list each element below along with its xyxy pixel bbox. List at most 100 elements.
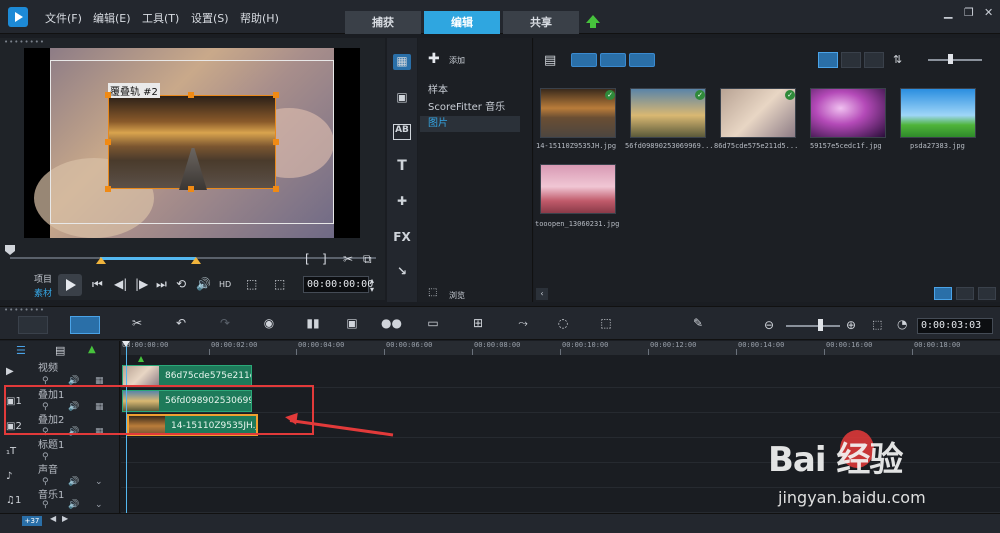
resize-handle[interactable]	[273, 186, 279, 192]
resize-handle[interactable]	[105, 92, 111, 98]
marker-icon[interactable]: ▲	[88, 344, 96, 355]
minimize-icon[interactable]: ▁	[944, 6, 952, 19]
expand-icon[interactable]: ⌄	[95, 500, 103, 510]
path-icon[interactable]: ↘	[393, 264, 411, 280]
multicam-icon[interactable]: ●●	[381, 316, 402, 330]
browse-label[interactable]: 浏览	[449, 290, 465, 301]
play-button[interactable]	[58, 274, 82, 296]
track-manager-icon[interactable]: ☰	[16, 344, 26, 357]
show-photo-button[interactable]	[600, 53, 626, 67]
expand-icon[interactable]: ⌄	[95, 477, 103, 487]
panel-grip[interactable]: ••••••••	[4, 38, 45, 46]
thumbnail-zoom-slider[interactable]	[928, 59, 982, 61]
media-thumbnail[interactable]	[900, 88, 976, 138]
crop-icon[interactable]: ⬚	[274, 277, 285, 291]
resize-handle[interactable]	[105, 139, 111, 145]
trim-in-marker[interactable]	[96, 257, 106, 264]
transition-icon[interactable]: ✚	[393, 194, 411, 210]
undo-icon[interactable]: ↶	[171, 316, 191, 330]
view-list-button[interactable]	[841, 52, 861, 68]
prev-icon[interactable]: ⏮	[92, 277, 103, 292]
redo-icon[interactable]: ↷	[215, 316, 235, 330]
resize-handle[interactable]	[273, 92, 279, 98]
link-icon[interactable]: ⚲	[42, 500, 49, 510]
chapter-icon[interactable]: ▤	[55, 344, 65, 357]
folder-images[interactable]: 图片	[420, 116, 520, 132]
trim-out-marker[interactable]	[191, 257, 201, 264]
menu-tools[interactable]: 工具(T)	[142, 10, 179, 26]
add-folder-label[interactable]: 添加	[449, 55, 465, 66]
scroll-right-icon[interactable]: ▶	[62, 514, 68, 523]
next-icon[interactable]: ⏭	[156, 277, 167, 292]
menu-file[interactable]: 文件(F)	[45, 10, 82, 26]
collapse-library-icon[interactable]: ‹	[536, 288, 548, 300]
motion-icon[interactable]: ⤳	[513, 316, 533, 331]
sort-icon[interactable]: ⇅	[893, 53, 902, 66]
resize-handle[interactable]	[188, 92, 194, 98]
layout-button-2[interactable]	[956, 287, 974, 300]
repeat-icon[interactable]: ⟲	[176, 277, 186, 291]
thumbnail-zoom-knob[interactable]	[948, 54, 953, 64]
subtitle-icon[interactable]: ▭	[423, 316, 443, 330]
mode-project[interactable]: 项目	[34, 272, 52, 285]
project-duration[interactable]: 0:00:03:03	[917, 318, 993, 334]
record-capture-icon[interactable]: ◉	[259, 316, 279, 330]
media-thumbnail[interactable]	[540, 164, 616, 214]
step-forward-icon[interactable]: |▶	[135, 277, 148, 291]
zoom-in-icon[interactable]: ⊕	[846, 318, 856, 332]
video-clip[interactable]: 86d75cde575e211d5	[122, 365, 252, 387]
scroll-left-icon[interactable]: ◀	[50, 514, 56, 523]
folder-scorefitter[interactable]: ScoreFitter 音乐	[428, 98, 505, 113]
menu-settings[interactable]: 设置(S)	[191, 10, 229, 26]
hd-icon[interactable]: HD	[219, 280, 231, 289]
show-audio-button[interactable]	[629, 53, 655, 67]
title-t-icon[interactable]: T	[393, 158, 411, 174]
zoom-out-icon[interactable]: ⊖	[764, 318, 774, 332]
split-icon[interactable]: ✂	[343, 252, 353, 266]
menu-help[interactable]: 帮助(H)	[240, 10, 279, 26]
timeline-zoom-slider[interactable]	[786, 325, 840, 327]
resize-handle[interactable]	[188, 186, 194, 192]
playhead-handle[interactable]	[122, 341, 130, 347]
track-volume-icon[interactable]: 🔊	[68, 477, 79, 487]
folder-samples[interactable]: 样本	[428, 81, 448, 96]
overlay-clip-preview[interactable]	[108, 95, 276, 190]
volume-icon[interactable]: 🔊	[196, 277, 211, 291]
audio-mixer-icon[interactable]: ▮▮	[303, 316, 323, 330]
text-ab-icon[interactable]: AB	[393, 124, 411, 140]
import-folder-icon[interactable]: ▤	[544, 53, 556, 68]
resize-handle[interactable]	[105, 186, 111, 192]
restore-icon[interactable]: ❐	[964, 6, 974, 19]
storyboard-view-button[interactable]	[18, 316, 48, 334]
split-screen-icon[interactable]: ⊞	[468, 316, 488, 330]
browse-icon[interactable]: ⬚	[428, 287, 437, 298]
upload-icon[interactable]	[586, 15, 600, 28]
mode-clip[interactable]: 素材	[34, 286, 52, 299]
layout-button-3[interactable]	[978, 287, 996, 300]
instant-project-icon[interactable]: ▣	[393, 90, 411, 106]
timecode-spin-icon[interactable]: ▴ ▾	[370, 276, 374, 294]
trim-range[interactable]	[100, 257, 196, 260]
zoom-preview-icon[interactable]: ⧉	[363, 252, 372, 267]
add-icon[interactable]: ✚	[428, 51, 440, 67]
menu-edit[interactable]: 编辑(E)	[93, 10, 131, 26]
timeline-zoom-knob[interactable]	[818, 319, 823, 331]
view-thumbnails-button[interactable]	[818, 52, 838, 68]
tab-edit[interactable]: 编辑	[424, 11, 500, 34]
player-timecode[interactable]: 00:00:00:00	[303, 276, 373, 293]
mask-icon[interactable]: ◌	[553, 316, 573, 330]
timeline-view-button[interactable]	[70, 316, 100, 334]
mark-in-icon[interactable]: [	[305, 252, 310, 266]
aspect-icon[interactable]: ⬚	[246, 277, 257, 291]
resize-handle[interactable]	[273, 139, 279, 145]
layout-button-1[interactable]	[934, 287, 952, 300]
view-grid-button[interactable]	[864, 52, 884, 68]
step-back-icon[interactable]: ◀|	[114, 277, 127, 291]
fx-icon[interactable]: FX	[393, 230, 411, 246]
mark-out-icon[interactable]: ]	[322, 252, 327, 266]
show-video-button[interactable]	[571, 53, 597, 67]
tab-share[interactable]: 共享	[503, 11, 579, 34]
preview-window[interactable]: 覆叠轨 #2	[24, 48, 360, 238]
tools-icon[interactable]: ✂	[127, 316, 147, 330]
ripple-edit-icon[interactable]: ✎	[688, 316, 708, 330]
